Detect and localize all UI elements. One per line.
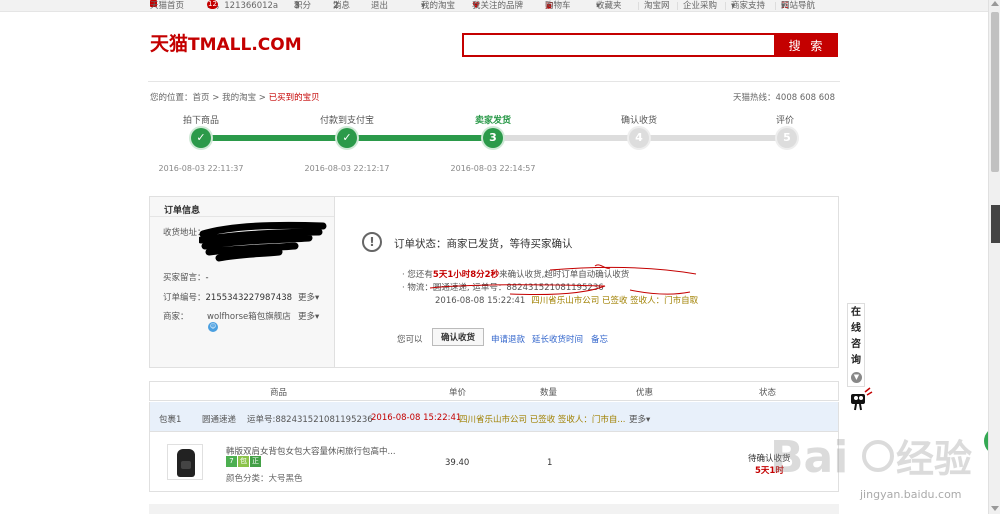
package-carrier: 圆通速递 bbox=[202, 415, 237, 425]
breadcrumb-home[interactable]: 首页 bbox=[193, 93, 210, 103]
package-destination: 四川省乐山市公司 已签收 签收人：门市自... bbox=[459, 415, 626, 425]
tracking-line: 2016-08-08 15:22:41 四川省乐山市公司 已签收 签收人：门市自取 bbox=[435, 296, 699, 306]
package-time: 2016-08-08 15:22:41 bbox=[371, 413, 462, 423]
step-circle-4: 4 bbox=[629, 128, 649, 148]
chevron-down-icon: ▾ bbox=[731, 1, 736, 11]
unit-price: 39.40 bbox=[445, 458, 470, 468]
watermark-url: jingyan.baidu.com bbox=[860, 488, 962, 501]
order-info-title: 订单信息 bbox=[164, 206, 201, 216]
divider bbox=[725, 2, 726, 10]
breadcrumb: 您的位置：首页 > 我的淘宝 > 已买到的宝贝 bbox=[150, 93, 320, 103]
step-circle-3: 3 bbox=[483, 128, 503, 148]
search-button[interactable]: 搜 索 bbox=[776, 33, 838, 57]
refund-link[interactable]: 申请退款 bbox=[491, 333, 525, 345]
buyer-message: 买家留言：- bbox=[163, 273, 209, 283]
greeting-badge: 12 bbox=[207, 0, 218, 9]
scrollbar-thumb[interactable] bbox=[991, 12, 999, 172]
product-tags: 7包正 bbox=[226, 456, 262, 467]
genuine-icon: 正 bbox=[250, 456, 261, 467]
carrier-link[interactable]: 圆通速递 bbox=[433, 283, 467, 293]
actions-label: 您可以 bbox=[397, 335, 423, 345]
chevron-down-icon: ▾ bbox=[315, 293, 320, 303]
chevron-down-icon: ▾ bbox=[646, 415, 651, 425]
product-sku: 颜色分类：大号黑色 bbox=[226, 474, 303, 484]
shop-label: 商家： bbox=[163, 312, 189, 322]
countdown: 5天1小时8分2秒 bbox=[432, 270, 500, 280]
step-label-2: 付款到支付宝 bbox=[319, 116, 374, 126]
waybill-number: 882431521081195236 bbox=[506, 283, 604, 293]
logistics-line: · 物流：圆通速递, 运单号：882431521081195236 bbox=[402, 283, 604, 293]
package-name: 包裹1 bbox=[159, 415, 182, 425]
online-consult-button[interactable]: 在 线 咨 询 ▼ bbox=[847, 303, 865, 387]
taobao-link[interactable]: 淘宝网 bbox=[644, 0, 670, 12]
order-number: 订单编号：2155343227987438 bbox=[163, 293, 293, 303]
divider bbox=[638, 2, 639, 10]
hotline: 天猫热线：4008 608 608 bbox=[733, 93, 835, 103]
step-time-1: 2016-08-03 22:11:37 bbox=[158, 164, 244, 173]
step-circle-5: 5 bbox=[777, 128, 797, 148]
step-label-3: 卖家发货 bbox=[474, 116, 511, 126]
step-label-5: 评价 bbox=[775, 116, 794, 126]
divider bbox=[150, 216, 334, 217]
col-header-status: 状态 bbox=[759, 388, 777, 398]
quantity: 1 bbox=[547, 458, 553, 468]
col-header-price: 单价 bbox=[449, 388, 467, 398]
logout-link[interactable]: 退出 bbox=[371, 0, 388, 12]
chevron-down-icon: ▾ bbox=[315, 312, 320, 322]
step-label-1: 拍下商品 bbox=[182, 116, 219, 126]
order-more-menu[interactable]: 更多▾ bbox=[298, 291, 319, 303]
scroll-up-icon[interactable] bbox=[991, 1, 999, 6]
divider bbox=[148, 81, 840, 82]
shop-more-menu[interactable]: 更多▾ bbox=[298, 310, 319, 322]
search-input[interactable] bbox=[464, 35, 774, 55]
mascot-icon bbox=[851, 387, 873, 411]
col-header-discount: 优惠 bbox=[636, 388, 654, 398]
col-header-qty: 数量 bbox=[540, 388, 558, 398]
page-scrollbar[interactable] bbox=[988, 0, 1000, 514]
breadcrumb-current: 已买到的宝贝 bbox=[268, 93, 320, 103]
points-link[interactable]: 积分 3 bbox=[294, 0, 311, 12]
seven-day-return-icon: 7 bbox=[226, 456, 237, 467]
check-icon: ✓ bbox=[337, 128, 357, 148]
divider bbox=[677, 2, 678, 10]
package-waybill: 运单号:882431521081195236 bbox=[247, 415, 373, 425]
product-table-header bbox=[149, 381, 839, 401]
scroll-down-icon[interactable] bbox=[991, 506, 999, 511]
memo-link[interactable]: 备忘 bbox=[591, 333, 608, 345]
divider bbox=[149, 504, 839, 514]
chevron-down-icon: ▾ bbox=[421, 1, 426, 11]
svg-text:Bai: Bai bbox=[770, 432, 848, 483]
confirm-receipt-button[interactable]: 确认收货 bbox=[432, 328, 484, 346]
messages-link[interactable]: 消息 2 bbox=[333, 0, 350, 12]
step-time-2: 2016-08-03 22:12:17 bbox=[304, 164, 390, 173]
backpack-icon bbox=[177, 449, 195, 477]
redacted-address bbox=[199, 221, 327, 262]
extend-receipt-link[interactable]: 延长收货时间 bbox=[532, 333, 583, 345]
countdown-notice: · 您还有5天1小时8分2秒来确认收货,超时订单自动确认收货 bbox=[402, 270, 630, 280]
top-bar: 天猫首页 Hi，121366012a 12 积分 3 消息 2 退出 我的淘宝 ▾… bbox=[0, 0, 988, 12]
svg-text:经验: 经验 bbox=[896, 437, 972, 481]
chevron-down-icon[interactable]: ▼ bbox=[851, 372, 862, 383]
package-more-menu[interactable]: 更多▾ bbox=[629, 413, 650, 425]
step-label-4: 确认收货 bbox=[620, 116, 657, 126]
enterprise-link[interactable]: 企业采购 bbox=[683, 0, 717, 12]
chevron-down-icon: ▾ bbox=[596, 1, 601, 11]
search-box bbox=[462, 33, 776, 57]
step-time-3: 2016-08-03 22:14:57 bbox=[450, 164, 536, 173]
check-icon: ✓ bbox=[191, 128, 211, 148]
product-thumbnail[interactable] bbox=[167, 444, 203, 480]
chat-icon[interactable]: ☺ bbox=[208, 322, 218, 332]
order-status-title: 订单状态：商家已发货，等待买家确认 bbox=[394, 238, 573, 250]
breadcrumb-my-taobao[interactable]: 我的淘宝 bbox=[222, 93, 256, 103]
chevron-down-icon: ▾ bbox=[781, 1, 786, 11]
shop-name-link[interactable]: wolfhorse箱包旗舰店 bbox=[207, 310, 291, 322]
guarantee-icon: 包 bbox=[238, 456, 249, 467]
exclamation-icon: ! bbox=[362, 232, 382, 252]
col-header-product: 商品 bbox=[270, 388, 288, 398]
scroll-marker bbox=[991, 205, 1000, 243]
divider bbox=[775, 2, 776, 10]
tmall-logo[interactable]: 天猫TMALL.COM bbox=[150, 33, 302, 55]
